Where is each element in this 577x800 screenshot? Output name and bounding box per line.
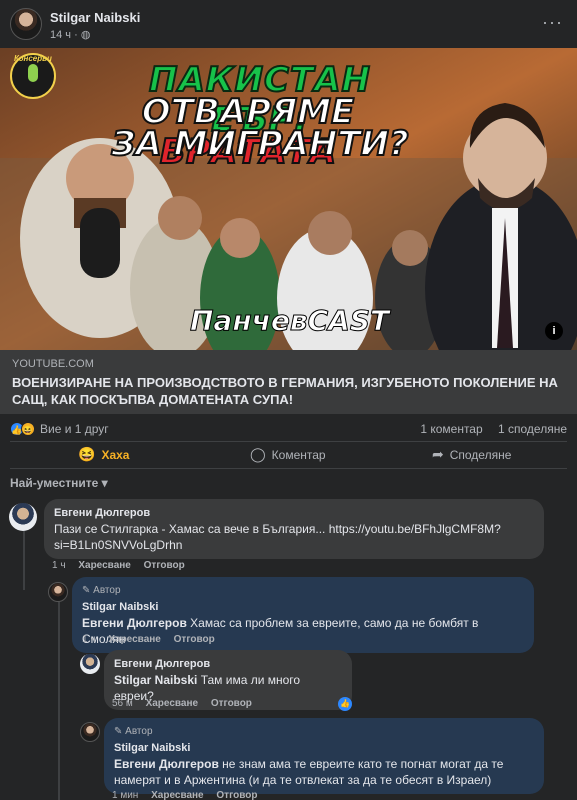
post-stats: 👍 😆 Вие и 1 друг 1 коментар 1 споделяне	[0, 420, 577, 440]
post-actions: 😆 Хаха ◯ Коментар ➦ Споделяне	[0, 442, 577, 466]
link-domain: YOUTUBE.COM	[12, 358, 94, 370]
reply-comment-button[interactable]: Отговор	[144, 560, 185, 571]
like-count-icon[interactable]: 👍	[338, 697, 352, 711]
commenter-avatar[interactable]	[9, 503, 37, 531]
author-tag-label: Автор	[93, 585, 121, 596]
share-button[interactable]: ➦ Споделяне	[432, 446, 511, 463]
info-icon[interactable]: i	[545, 322, 563, 340]
haha-icon: 😆	[78, 446, 96, 462]
thumbnail-headline-line3: ЗА МИГРАНТИ?	[110, 123, 409, 165]
divider	[10, 468, 567, 469]
author-avatar[interactable]	[10, 8, 42, 40]
like-comment-button[interactable]: Харесване	[151, 790, 204, 800]
post-author[interactable]: Stilgar Naibski	[50, 10, 140, 25]
post-time[interactable]: 14 ч ·	[50, 29, 81, 41]
pencil-icon: ✎	[82, 585, 91, 596]
globe-icon: ◍	[80, 29, 91, 41]
like-comment-button[interactable]: Харесване	[78, 560, 131, 571]
comment-author[interactable]: Евгени Дюлгеров	[54, 505, 534, 521]
comment-meta: 1 ч Харесване Отговор	[82, 634, 215, 645]
comment-author[interactable]: Евгени Дюлгеров	[114, 656, 342, 672]
comment-time[interactable]: 1 ч	[82, 634, 96, 645]
author-tag: ✎ Автор	[114, 724, 534, 740]
reactions-summary[interactable]: 👍 😆 Вие и 1 друг	[10, 422, 109, 436]
pencil-icon: ✎	[114, 726, 123, 737]
engagement-counts: 1 коментар 1 споделяне	[408, 422, 567, 436]
comment-meta: 56 м Харесване Отговор	[112, 698, 252, 709]
post-meta: 14 ч · ◍	[50, 28, 90, 41]
mention[interactable]: Stilgar Naibski	[114, 673, 197, 687]
thread-line	[58, 602, 60, 800]
comments-count[interactable]: 1 коментар	[420, 422, 482, 436]
thread-line	[23, 530, 25, 590]
reactions-text: Вие и 1 друг	[40, 422, 109, 436]
haha-reaction-icon: 😆	[21, 422, 35, 436]
comment-author[interactable]: Stilgar Naibski	[82, 599, 524, 615]
reply-comment-button[interactable]: Отговор	[211, 698, 252, 709]
comment-text: Пази се Стилгарка - Хамас са вече в Бълг…	[54, 522, 501, 552]
comment-author[interactable]: Stilgar Naibski	[114, 740, 534, 756]
share-label: Споделяне	[449, 447, 512, 462]
commenter-avatar[interactable]	[48, 582, 68, 602]
comment-time[interactable]: 56 м	[112, 698, 133, 709]
link-preview[interactable]: YOUTUBE.COM ВОЕНИЗИРАНЕ НА ПРОИЗВОДСТВОТ…	[0, 350, 577, 414]
reply-comment-button[interactable]: Отговор	[174, 634, 215, 645]
author-tag-label: Автор	[125, 726, 153, 737]
link-thumbnail[interactable]: Консерви ПАКИСТАН ЕЪР: ОТВАРЯМЕ ВРАТАТА …	[0, 48, 577, 350]
comment-bubble: Евгени Дюлгеров Пази се Стилгарка - Хама…	[44, 499, 544, 559]
comment-bubble: ✎ Автор Stilgar Naibski Евгени Дюлгеров …	[104, 718, 544, 794]
comment-icon: ◯	[250, 446, 266, 462]
comment-text-wrap: Евгени Дюлгеров не знам ама те евреите к…	[114, 756, 534, 788]
comment-sort-dropdown[interactable]: Най-уместните ▾	[10, 476, 108, 490]
comment-label: Коментар	[271, 447, 326, 462]
commenter-avatar[interactable]	[80, 722, 100, 742]
mention[interactable]: Евгени Дюлгеров	[82, 616, 187, 630]
shares-count[interactable]: 1 споделяне	[498, 422, 567, 436]
comment-meta: 1 мин Харесване Отговор	[112, 790, 257, 800]
comment-time[interactable]: 1 мин	[112, 790, 138, 800]
post-header: Stilgar Naibski 14 ч · ◍ ···	[0, 0, 577, 46]
haha-button[interactable]: 😆 Хаха	[78, 446, 129, 463]
link-title: ВОЕНИЗИРАНЕ НА ПРОИЗВОДСТВОТО В ГЕРМАНИЯ…	[12, 375, 558, 407]
more-options-button[interactable]: ···	[542, 12, 563, 33]
mention[interactable]: Евгени Дюлгеров	[114, 757, 219, 771]
comment-time[interactable]: 1 ч	[52, 560, 66, 571]
like-comment-button[interactable]: Харесване	[146, 698, 199, 709]
share-icon: ➦	[432, 446, 444, 462]
author-tag: ✎ Автор	[82, 583, 524, 599]
like-comment-button[interactable]: Харесване	[108, 634, 161, 645]
podcast-name: ПанчевCAST	[189, 304, 390, 338]
comment-button[interactable]: ◯ Коментар	[250, 446, 326, 463]
reply-comment-button[interactable]: Отговор	[216, 790, 257, 800]
podcast-badge: Консерви	[14, 54, 52, 63]
comment-meta: 1 ч Харесване Отговор	[52, 560, 185, 571]
commenter-avatar[interactable]	[80, 654, 100, 674]
haha-label: Хаха	[101, 447, 130, 462]
